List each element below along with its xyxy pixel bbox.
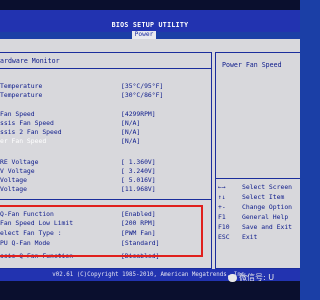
setting-label: Temperature: [0, 91, 43, 99]
setting-label: ssis 2 Fan Speed: [0, 128, 62, 136]
help-key: F1: [218, 213, 226, 221]
screen-bezel-top: [0, 0, 300, 10]
help-row-general-help: F1 General Help: [218, 213, 300, 221]
setting-value: [11.968V]: [121, 185, 156, 193]
help-row-exit: ESC Exit: [218, 233, 300, 241]
mb-temperature-row[interactable]: Temperature [30°C/86°F]: [0, 91, 212, 99]
vcore-voltage-row[interactable]: RE Voltage [ 1.360V]: [0, 158, 212, 166]
help-row-select-screen: ←→ Select Screen: [218, 183, 300, 191]
help-desc: Select Screen: [242, 183, 293, 191]
setting-value: [30°C/86°F]: [121, 91, 164, 99]
setting-value: [N/A]: [121, 119, 141, 127]
help-title: Power Fan Speed: [222, 61, 282, 69]
setting-value: [ 3.240V]: [121, 167, 156, 175]
setting-value: [ 1.360V]: [121, 158, 156, 166]
setting-value: [ 5.016V]: [121, 176, 156, 184]
help-desc: Select Item: [242, 193, 285, 201]
help-key: F10: [218, 223, 230, 231]
setting-label: er Fan Speed: [0, 137, 47, 145]
up-down-arrows-icon: ↑↓: [218, 193, 226, 201]
help-row-save-exit: F10 Save and Exit: [218, 223, 300, 231]
help-desc: Change Option: [242, 203, 293, 211]
help-key: ESC: [218, 233, 230, 241]
help-divider: [216, 178, 300, 179]
setting-label: Fan Speed: [0, 110, 35, 118]
3v3-voltage-row[interactable]: V Voltage [ 3.240V]: [0, 167, 212, 175]
cpu-fan-speed-row[interactable]: Fan Speed [4299RPM]: [0, 110, 212, 118]
power-fan-speed-row[interactable]: er Fan Speed [N/A]: [0, 137, 212, 145]
tab-power[interactable]: Power: [132, 31, 156, 39]
section-divider: [0, 199, 211, 200]
12v-voltage-row[interactable]: Voltage [11.968V]: [0, 185, 212, 193]
screen-bezel-bottom: [0, 281, 300, 300]
help-row-select-item: ↑↓ Select Item: [218, 193, 300, 201]
bios-title: BIOS SETUP UTILITY: [111, 21, 189, 29]
watermark: 微信号: U: [228, 272, 274, 283]
help-desc: General Help: [242, 213, 289, 221]
wechat-icon: [228, 273, 237, 282]
help-desc: Save and Exit: [242, 223, 293, 231]
help-key: +-: [218, 203, 226, 211]
help-row-change-option: +- Change Option: [218, 203, 300, 211]
left-right-arrows-icon: ←→: [218, 183, 226, 191]
help-desc: Exit: [242, 233, 258, 241]
panel-title: ardware Monitor: [0, 57, 60, 65]
setting-label: ssis Fan Speed: [0, 119, 54, 127]
title-divider: [0, 68, 211, 69]
highlight-annotation-box: [0, 205, 203, 257]
watermark-text: 微信号: U: [239, 273, 275, 282]
chassis2-fan-speed-row[interactable]: ssis 2 Fan Speed [N/A]: [0, 128, 212, 136]
setting-label: Voltage: [0, 176, 27, 184]
setting-label: Voltage: [0, 185, 27, 193]
setting-label: V Voltage: [0, 167, 35, 175]
chassis-fan-speed-row[interactable]: ssis Fan Speed [N/A]: [0, 119, 212, 127]
setting-value: [N/A]: [121, 128, 141, 136]
setting-label: RE Voltage: [0, 158, 39, 166]
setting-value: [4299RPM]: [121, 110, 156, 118]
cpu-temperature-row[interactable]: Temperature [35°C/95°F]: [0, 82, 212, 90]
5v-voltage-row[interactable]: Voltage [ 5.016V]: [0, 176, 212, 184]
setting-value: [35°C/95°F]: [121, 82, 164, 90]
setting-value: [N/A]: [121, 137, 141, 145]
setting-label: Temperature: [0, 82, 43, 90]
